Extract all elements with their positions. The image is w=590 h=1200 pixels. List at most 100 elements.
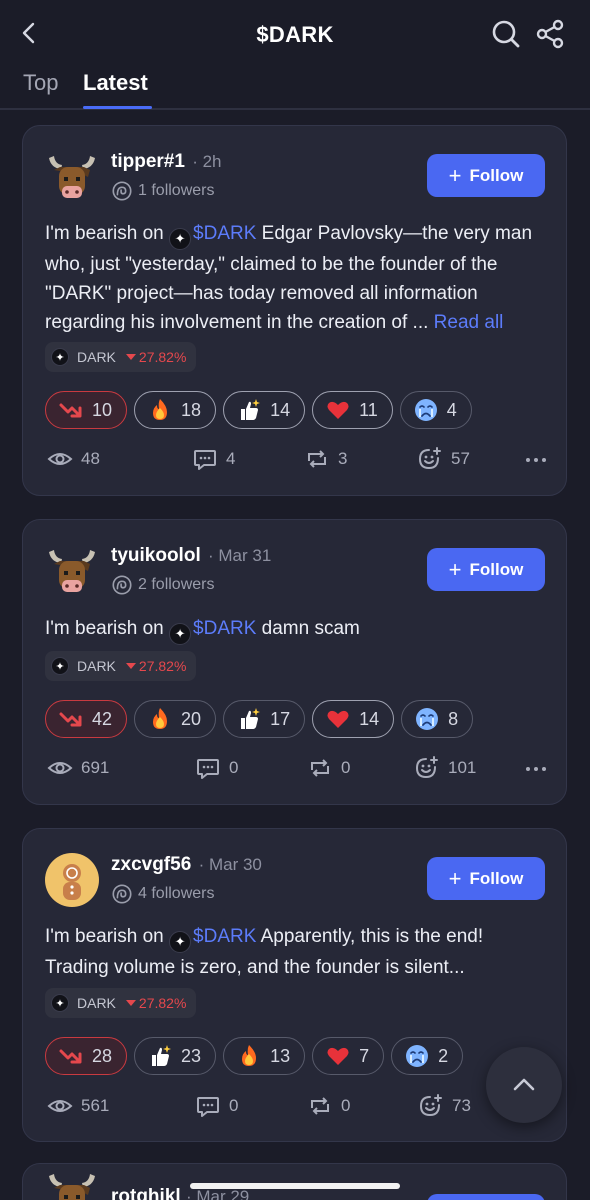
share-icon[interactable]: [534, 18, 566, 50]
ticker-link[interactable]: $DARK: [193, 223, 256, 244]
price-change-value: 27.82%: [138, 658, 187, 674]
coinmarketcap-icon: [111, 180, 133, 202]
post-time: · Mar 30: [198, 855, 262, 874]
token-chip[interactable]: ✦ DARK 27.82%: [45, 651, 197, 681]
token-chip[interactable]: ✦ DARK 27.82%: [45, 988, 197, 1018]
ticker-link[interactable]: $DARK: [193, 618, 256, 639]
reacts-stat[interactable]: 73: [418, 1093, 471, 1119]
views-stat: 561: [47, 1093, 109, 1119]
reaction-count: 13: [270, 1045, 291, 1066]
heart-icon: [325, 706, 351, 732]
reaction-bar: 10 18 14 11 4: [45, 391, 472, 431]
reaction-count: 23: [181, 1045, 202, 1066]
post-text-prefix: I'm bearish on: [45, 223, 164, 244]
username-text: tipper#1: [111, 151, 185, 172]
price-change-value: 27.82%: [138, 349, 187, 365]
reaction-heart[interactable]: 14: [312, 700, 395, 738]
post-card[interactable]: zxcvgf56 · Mar 30 4 followers + Follow I…: [22, 828, 567, 1142]
comments-count: 4: [226, 449, 236, 468]
reaction-fire[interactable]: 13: [223, 1037, 306, 1075]
crying-face-icon: [414, 706, 440, 732]
username[interactable]: tipper#1 · 2h: [111, 151, 222, 173]
bearish-arrow-icon: [58, 1043, 84, 1069]
reaction-thumbs-up[interactable]: 14: [223, 391, 306, 429]
bull-avatar-icon[interactable]: [45, 150, 99, 204]
home-indicator: [190, 1183, 400, 1189]
reaction-count: 20: [181, 708, 202, 729]
reaction-bearish[interactable]: 10: [45, 391, 128, 429]
scroll-to-top-button[interactable]: [486, 1047, 562, 1123]
username[interactable]: tyuikoolol · Mar 31: [111, 545, 271, 567]
post-text: I'm bearish on ✦ $DARK damn scam: [45, 614, 550, 645]
reaction-count: 14: [270, 399, 291, 420]
reaction-heart[interactable]: 7: [312, 1037, 385, 1075]
read-all-link[interactable]: Read all: [434, 312, 504, 333]
token-chip[interactable]: ✦ DARK 27.82%: [45, 342, 197, 372]
reaction-crying[interactable]: 4: [399, 391, 472, 429]
post-card-partial[interactable]: rotghikl · Mar 29: [22, 1163, 567, 1200]
followers-text: 4 followers: [138, 885, 215, 902]
follow-label: Follow: [469, 559, 524, 579]
reposts-stat[interactable]: 0: [307, 755, 350, 781]
repost-icon: [304, 446, 330, 472]
tab-latest[interactable]: Latest: [83, 70, 148, 96]
reaction-count: 7: [359, 1045, 370, 1066]
username[interactable]: zxcvgf56 · Mar 30: [111, 854, 262, 876]
reaction-thumbs-up[interactable]: 17: [223, 700, 306, 738]
tab-top[interactable]: Top: [23, 70, 58, 96]
comments-stat[interactable]: 0: [195, 1093, 238, 1119]
comments-stat[interactable]: 0: [195, 755, 238, 781]
reaction-thumbs-up[interactable]: 23: [134, 1037, 217, 1075]
reaction-bearish[interactable]: 42: [45, 700, 128, 738]
post-text: I'm bearish on ✦ $DARK Apparently, this i…: [45, 922, 550, 982]
views-count: 561: [81, 1096, 110, 1115]
stats-row: 561 0 0 73: [47, 1093, 547, 1123]
follow-button[interactable]: [427, 1194, 545, 1200]
reaction-bearish[interactable]: 28: [45, 1037, 128, 1075]
repost-icon: [307, 755, 333, 781]
ticker-link[interactable]: $DARK: [193, 926, 256, 947]
plus-icon: +: [448, 556, 462, 582]
more-options-icon[interactable]: [525, 765, 547, 773]
post-card[interactable]: tyuikoolol · Mar 31 2 followers + Follow…: [22, 519, 567, 805]
reacts-stat[interactable]: 57: [417, 446, 470, 472]
reaction-heart[interactable]: 11: [312, 391, 393, 429]
gingerbread-avatar-icon[interactable]: [45, 853, 99, 907]
reposts-stat[interactable]: 0: [307, 1093, 350, 1119]
reacts-count: 73: [452, 1096, 471, 1115]
heart-icon: [325, 397, 351, 423]
comment-icon: [195, 1093, 221, 1119]
post-text-prefix: I'm bearish on: [45, 618, 164, 639]
down-triangle-icon: [125, 663, 136, 669]
followers-count: 4 followers: [111, 883, 214, 905]
reaction-count: 10: [92, 399, 113, 420]
more-options-icon[interactable]: [525, 456, 547, 464]
comments-count: 0: [229, 758, 239, 777]
reacts-stat[interactable]: 101: [414, 755, 476, 781]
reaction-count: 42: [92, 708, 113, 729]
follow-button[interactable]: + Follow: [427, 154, 545, 197]
bull-avatar-icon[interactable]: [45, 1168, 99, 1200]
reaction-count: 28: [92, 1045, 113, 1066]
reaction-crying[interactable]: 8: [401, 700, 474, 738]
comments-stat[interactable]: 4: [192, 446, 235, 472]
reacts-count: 101: [448, 758, 477, 777]
post-card[interactable]: tipper#1 · 2h 1 followers + Follow I'm b…: [22, 125, 567, 496]
plus-icon: +: [448, 865, 462, 891]
coinmarketcap-icon: [111, 883, 133, 905]
reaction-fire[interactable]: 20: [134, 700, 217, 738]
stats-row: 691 0 0 101: [47, 755, 547, 785]
reaction-count: 14: [359, 708, 380, 729]
reaction-crying[interactable]: 2: [391, 1037, 464, 1075]
reposts-stat[interactable]: 3: [304, 446, 347, 472]
follow-label: Follow: [469, 868, 524, 888]
reaction-fire[interactable]: 18: [134, 391, 217, 429]
post-text: I'm bearish on ✦ $DARK Edgar Pavlovsky—th…: [45, 219, 550, 337]
search-icon[interactable]: [490, 18, 522, 50]
tab-bar: Top Latest: [0, 70, 590, 110]
bull-avatar-icon[interactable]: [45, 544, 99, 598]
thumbs-up-icon: [236, 397, 262, 423]
follow-button[interactable]: + Follow: [427, 857, 545, 900]
follow-button[interactable]: + Follow: [427, 548, 545, 591]
reaction-count: 2: [438, 1045, 449, 1066]
